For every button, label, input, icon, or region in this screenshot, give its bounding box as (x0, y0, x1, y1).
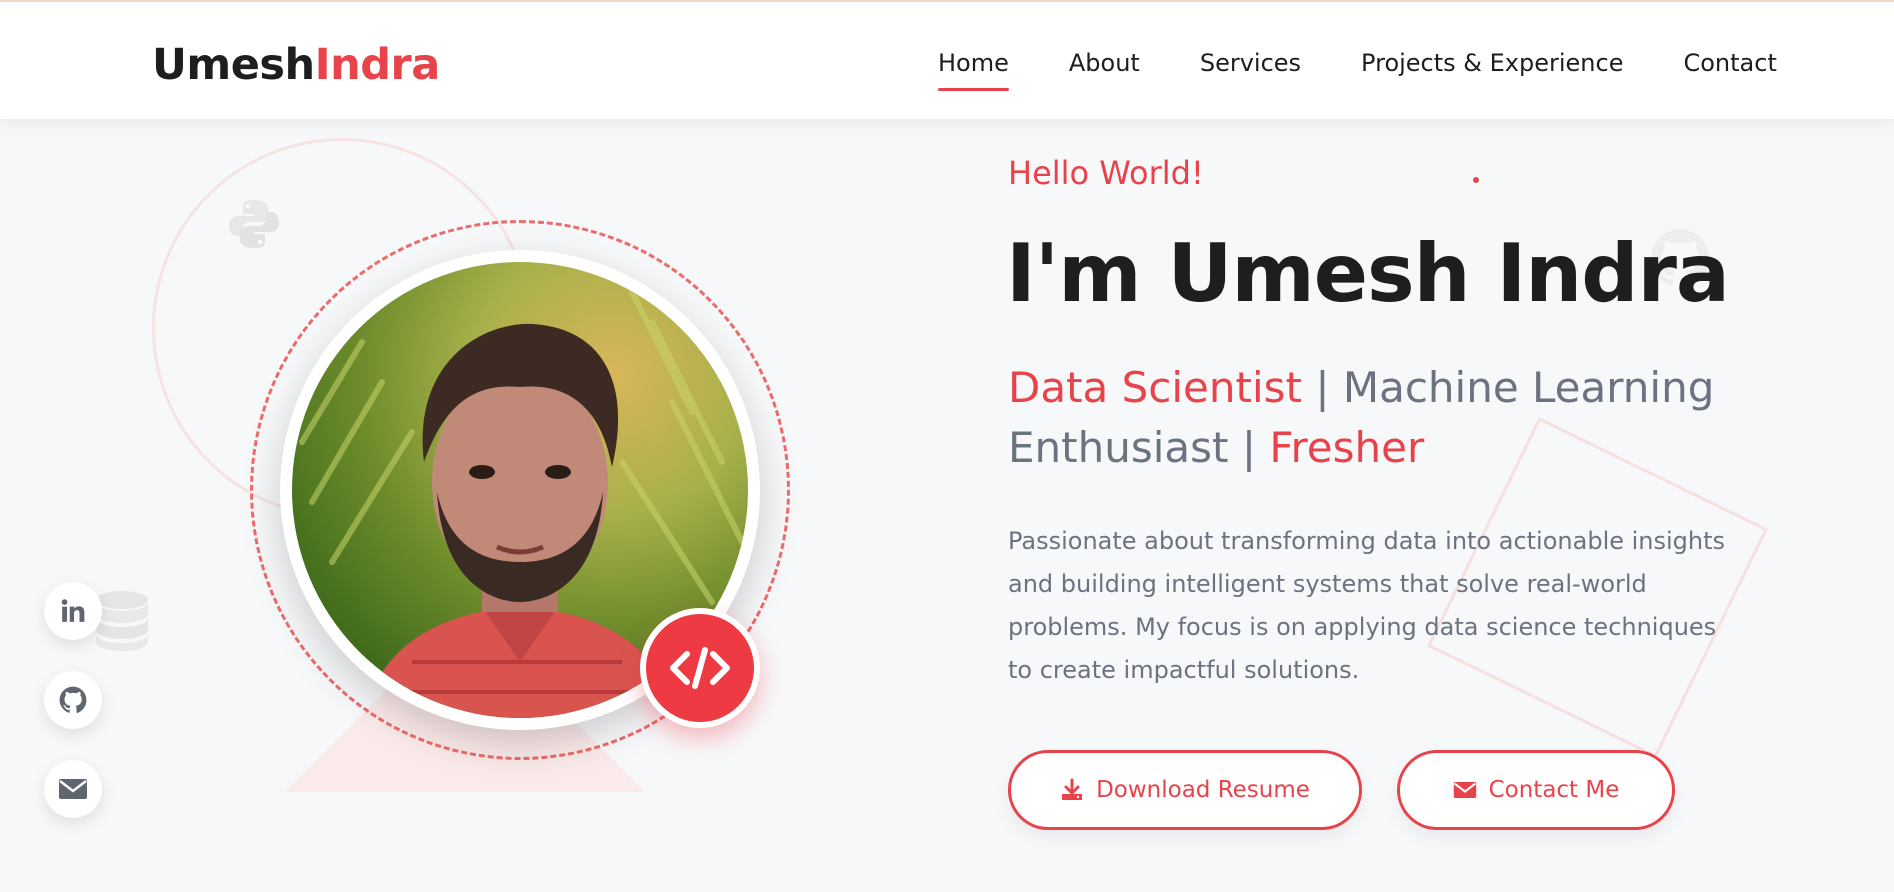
code-badge (640, 608, 760, 728)
download-resume-label: Download Resume (1096, 777, 1310, 803)
envelope-icon (1453, 782, 1476, 798)
social-email[interactable] (44, 760, 102, 818)
decorative-dot (1473, 177, 1479, 183)
hero-description: Passionate about transforming data into … (1008, 527, 1726, 684)
nav-contact[interactable]: Contact (1683, 49, 1776, 77)
role-separator: | (1228, 423, 1270, 472)
role-data-scientist: Data Scientist (1008, 363, 1302, 412)
code-icon (670, 647, 730, 689)
python-icon (229, 200, 279, 248)
role-fresher: Fresher (1269, 423, 1425, 472)
navbar: UmeshIndra Home About Services Projects … (0, 2, 1894, 119)
role-separator: | (1302, 363, 1343, 412)
social-github[interactable] (44, 671, 102, 729)
hero-name: I'm Umesh Indra (1006, 227, 1730, 320)
hero-greeting: Hello World! (1008, 154, 1204, 192)
hero-roles: Data Scientist | Machine Learning Enthus… (1008, 358, 1728, 478)
brand-logo[interactable]: UmeshIndra (152, 40, 440, 90)
linkedin-icon (61, 599, 85, 622)
nav-home[interactable]: Home (938, 49, 1009, 91)
envelope-icon (59, 779, 87, 799)
nav-projects[interactable]: Projects & Experience (1361, 49, 1623, 77)
social-linkedin[interactable] (44, 582, 102, 640)
brand-second: Indra (314, 40, 441, 90)
nav-services[interactable]: Services (1200, 49, 1301, 77)
contact-me-button[interactable]: Contact Me (1397, 750, 1675, 830)
download-resume-button[interactable]: Download Resume (1008, 750, 1362, 830)
contact-me-label: Contact Me (1488, 777, 1620, 803)
download-icon (1062, 778, 1083, 800)
brand-first: Umesh (152, 40, 315, 90)
nav-about[interactable]: About (1069, 49, 1140, 77)
github-icon (59, 686, 87, 713)
main-nav: Home About Services Projects & Experienc… (938, 49, 1777, 91)
database-icon (96, 591, 148, 651)
